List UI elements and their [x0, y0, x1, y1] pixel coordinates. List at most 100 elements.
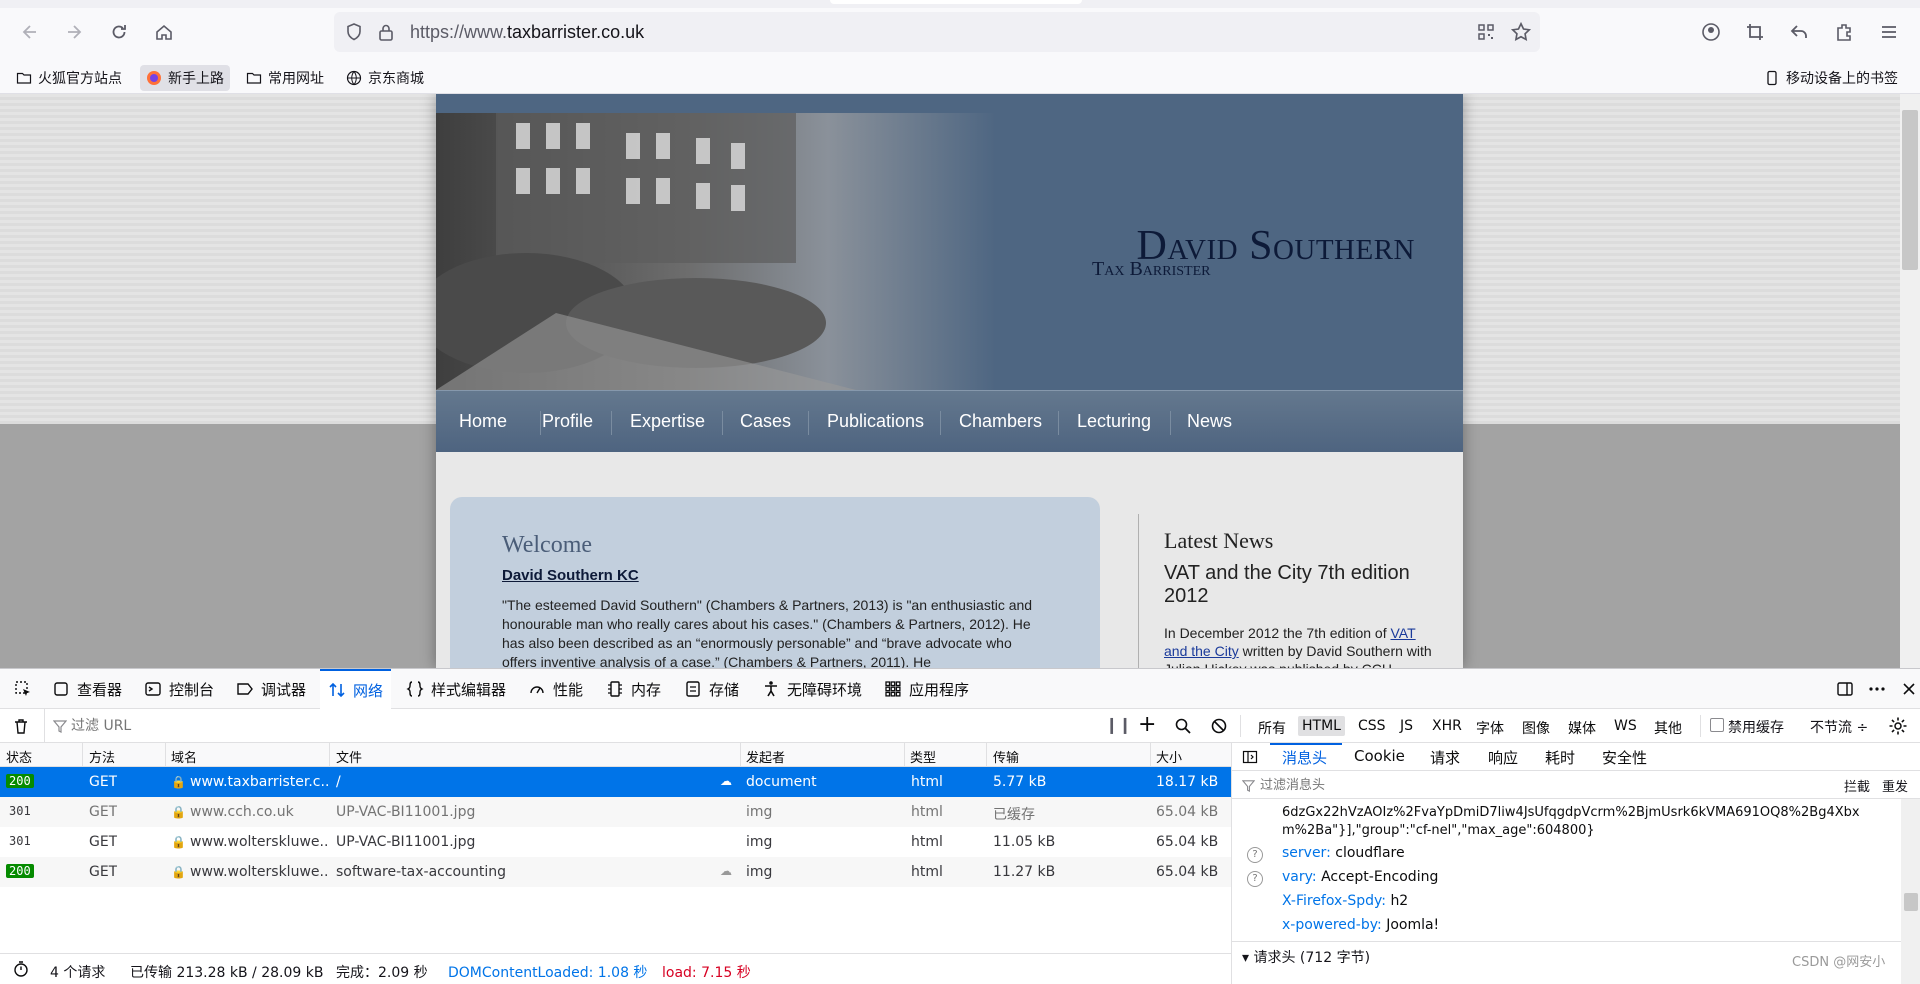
help-icon[interactable]: ?: [1247, 847, 1263, 863]
network-filter-bar: ❙❙ + 所有 HTML CSS JS XHR 字体 图像 媒体 WS 其他 禁…: [0, 709, 1920, 743]
nav-profile[interactable]: Profile: [542, 411, 593, 432]
bookmark-getting-started[interactable]: 新手上路: [140, 65, 230, 91]
forward-icon[interactable]: [56, 14, 92, 50]
screenshot-icon[interactable]: [1737, 14, 1773, 50]
nav-publications[interactable]: Publications: [827, 411, 924, 432]
close-devtools-icon[interactable]: [1892, 669, 1920, 709]
element-picker-icon[interactable]: [6, 669, 40, 709]
filter-all[interactable]: 所有: [1254, 716, 1290, 740]
bookmark-common-sites[interactable]: 常用网址: [240, 65, 330, 91]
tab-cookie[interactable]: Cookie: [1354, 747, 1405, 765]
tab-accessibility[interactable]: 无障碍环境: [754, 669, 870, 709]
star-icon[interactable]: [1510, 21, 1532, 47]
tab-memory[interactable]: 内存: [598, 669, 669, 709]
col-initiator[interactable]: 发起者: [746, 747, 785, 766]
shield-icon[interactable]: [344, 22, 364, 46]
help-icon[interactable]: ?: [1247, 871, 1263, 887]
page-scrollbar-thumb[interactable]: [1902, 110, 1918, 270]
filter-media[interactable]: 媒体: [1564, 716, 1600, 740]
tab-timings[interactable]: 耗时: [1545, 747, 1575, 768]
filter-html[interactable]: HTML: [1298, 716, 1345, 736]
memory-icon: [608, 681, 622, 697]
more-options-icon[interactable]: [1860, 669, 1894, 709]
col-method[interactable]: 方法: [89, 747, 115, 766]
tab-storage[interactable]: 存储: [676, 669, 747, 709]
menu-icon[interactable]: [1871, 14, 1907, 50]
col-file[interactable]: 文件: [336, 747, 362, 766]
details-scrollbar[interactable]: [1901, 799, 1920, 984]
tab-network[interactable]: 网络: [320, 669, 392, 709]
nav-chambers[interactable]: Chambers: [959, 411, 1042, 432]
dock-icon[interactable]: [1828, 669, 1862, 709]
trash-icon[interactable]: [12, 717, 30, 739]
tab-headers[interactable]: 消息头: [1282, 747, 1327, 768]
tab-inspector[interactable]: 查看器: [44, 669, 130, 709]
undo-icon[interactable]: [1781, 14, 1817, 50]
nav-cases[interactable]: Cases: [740, 411, 791, 432]
col-size[interactable]: 大小: [1156, 747, 1182, 766]
filter-fonts[interactable]: 字体: [1472, 716, 1508, 740]
home-icon[interactable]: [146, 14, 182, 50]
details-scrollbar-thumb[interactable]: [1904, 893, 1918, 911]
filter-headers-input[interactable]: [1260, 775, 1800, 795]
news-item-title[interactable]: VAT and the City 7th edition 2012: [1164, 562, 1424, 608]
filter-xhr[interactable]: XHR: [1428, 716, 1466, 736]
cell-type: html: [911, 774, 943, 790]
account-icon[interactable]: [1693, 14, 1729, 50]
tab-security[interactable]: 安全性: [1602, 747, 1647, 768]
filter-js[interactable]: JS: [1396, 716, 1417, 736]
throttle-select[interactable]: 不节流 ÷: [1810, 717, 1868, 737]
request-headers-section[interactable]: ▾ 请求头 (712 字节): [1242, 947, 1370, 967]
filter-other[interactable]: 其他: [1650, 716, 1686, 740]
address-bar[interactable]: https://www.taxbarrister.co.uk: [334, 12, 1540, 52]
lock-icon[interactable]: [376, 22, 396, 46]
search-icon[interactable]: [1174, 717, 1192, 739]
qr-code-icon[interactable]: [1476, 22, 1496, 46]
block-icon[interactable]: [1210, 717, 1228, 739]
extensions-icon[interactable]: [1826, 14, 1862, 50]
finish-time: 完成：2.09 秒: [336, 965, 428, 981]
table-row[interactable]: 200 GET 🔒 www.taxbarrister.c... / ☁ docu…: [0, 767, 1231, 797]
table-row[interactable]: 301 GET 🔒 www.wolterskluwe... UP-VAC-BI1…: [0, 827, 1231, 857]
col-transfer[interactable]: 传输: [993, 747, 1019, 766]
filter-url-input[interactable]: [71, 715, 1031, 737]
col-domain[interactable]: 域名: [171, 747, 197, 766]
table-row[interactable]: 301 GET 🔒 www.cch.co.uk UP-VAC-BI11001.j…: [0, 797, 1231, 827]
pause-icon[interactable]: ❙❙: [1105, 715, 1132, 734]
block-button[interactable]: 拦截: [1844, 776, 1870, 795]
col-type[interactable]: 类型: [910, 747, 936, 766]
tab-response[interactable]: 响应: [1488, 747, 1518, 768]
request-headers-label: 请求头 (712 字节): [1253, 950, 1371, 966]
toggle-sidebar-icon[interactable]: [1242, 749, 1258, 769]
nav-lecturing[interactable]: Lecturing: [1077, 411, 1151, 432]
welcome-link[interactable]: David Southern KC: [502, 567, 639, 584]
add-icon[interactable]: +: [1138, 712, 1156, 737]
table-row[interactable]: 200 GET 🔒 www.wolterskluwe... software-t…: [0, 857, 1231, 887]
nav-expertise[interactable]: Expertise: [630, 411, 705, 432]
back-icon[interactable]: [12, 14, 48, 50]
tab-style-editor[interactable]: 样式编辑器: [398, 669, 514, 709]
filter-ws[interactable]: WS: [1610, 716, 1641, 736]
nav-news[interactable]: News: [1187, 411, 1232, 432]
resend-button[interactable]: 重发: [1882, 776, 1908, 795]
disable-cache-checkbox[interactable]: [1710, 718, 1724, 732]
url-text[interactable]: https://www.taxbarrister.co.uk: [410, 22, 644, 43]
filter-css[interactable]: CSS: [1354, 716, 1390, 736]
tab-application[interactable]: 应用程序: [876, 669, 977, 709]
reload-icon[interactable]: [101, 14, 137, 50]
bookmark-mobile[interactable]: 移动设备上的书签: [1758, 65, 1904, 91]
nav-home[interactable]: Home: [459, 411, 507, 432]
stopwatch-icon[interactable]: [12, 960, 30, 982]
settings-gear-icon[interactable]: [1888, 716, 1908, 740]
tab-console[interactable]: 控制台: [136, 669, 222, 709]
tab-debugger[interactable]: 调试器: [228, 669, 314, 709]
tab-request[interactable]: 请求: [1430, 747, 1460, 768]
filter-url-field[interactable]: [44, 709, 1094, 743]
status-badge: 301: [9, 804, 31, 818]
active-tab-edge[interactable]: [830, 0, 1082, 4]
filter-images[interactable]: 图像: [1518, 716, 1554, 740]
bookmark-firefox-site[interactable]: 火狐官方站点: [10, 65, 128, 91]
bookmark-jd-mall[interactable]: 京东商城: [340, 65, 430, 91]
tab-performance[interactable]: 性能: [520, 669, 591, 709]
col-status[interactable]: 状态: [6, 747, 32, 766]
